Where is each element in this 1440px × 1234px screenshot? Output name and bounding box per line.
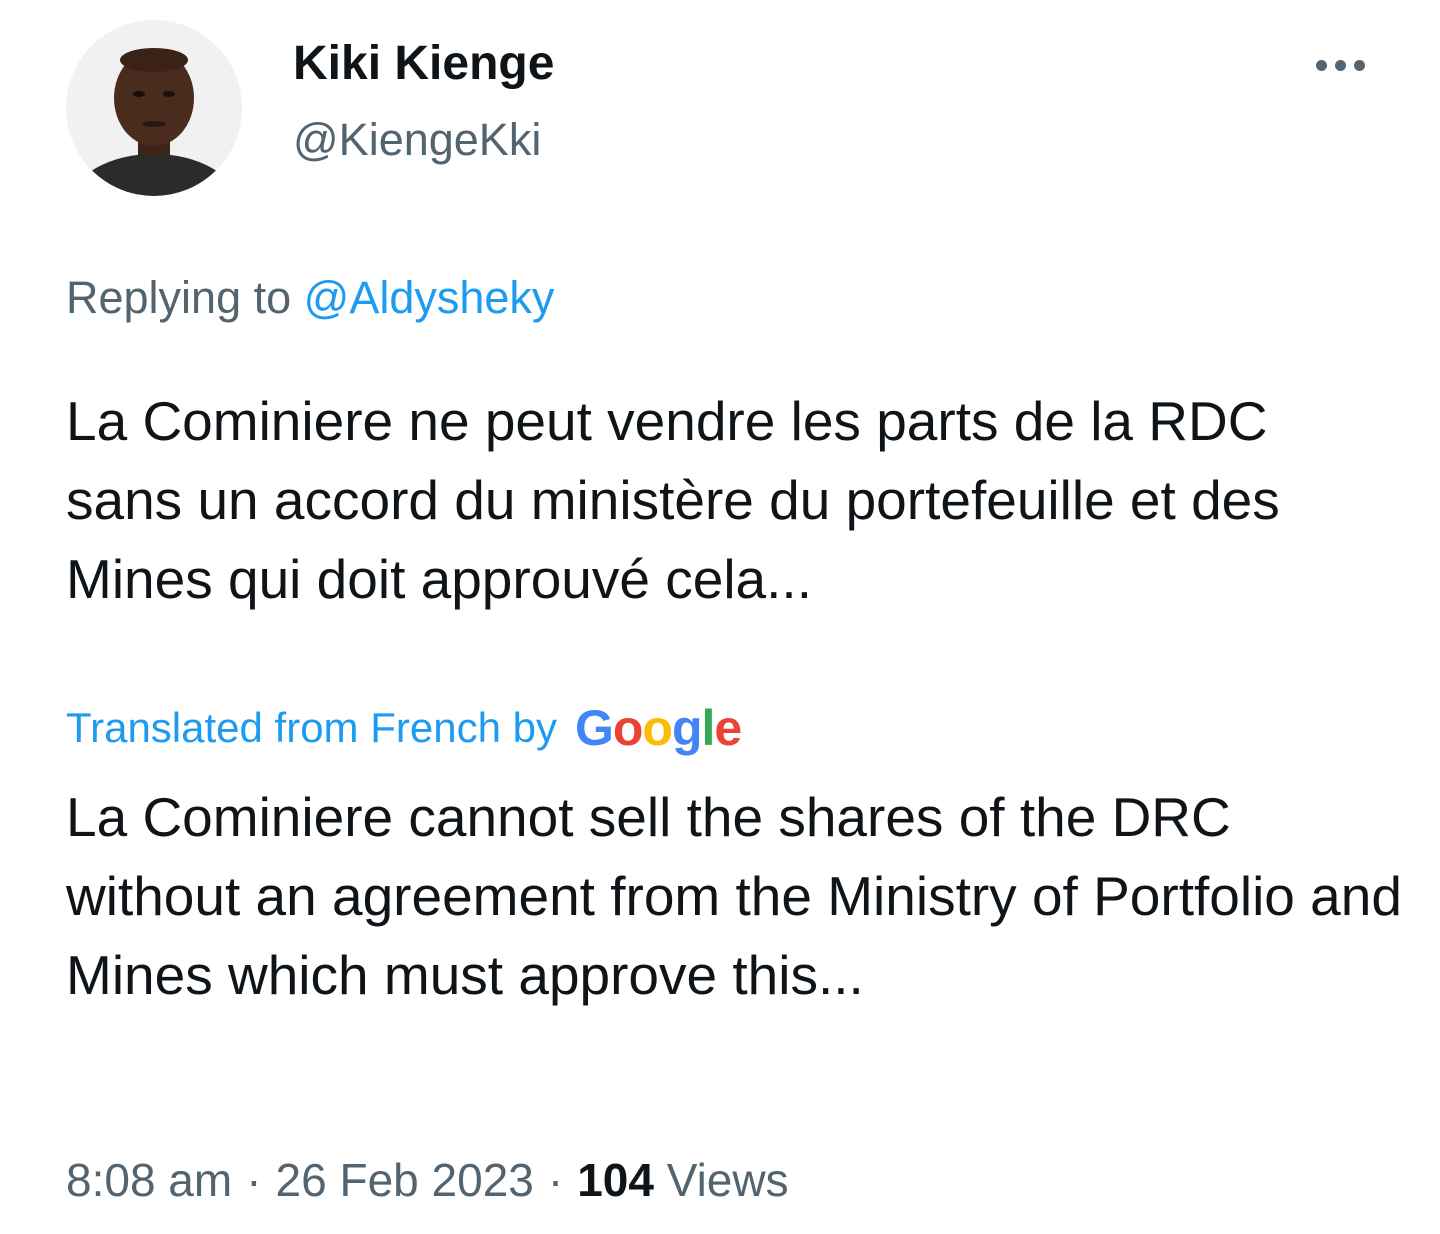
google-letter-5: l	[701, 700, 716, 756]
google-letter-4: g	[671, 700, 703, 756]
author-handle[interactable]: @KiengeKki	[293, 110, 541, 170]
tweet-date[interactable]: 26 Feb 2023	[276, 1154, 534, 1206]
translation-attribution[interactable]: Translated from French by Google	[66, 698, 742, 758]
views-label: Views	[666, 1154, 789, 1206]
reply-mention-link[interactable]: @Aldysheky	[304, 272, 555, 323]
translated-text: La Cominiere cannot sell the shares of t…	[66, 786, 1402, 1006]
tweet-meta: 8:08 am · 26 Feb 2023 · 104 Views	[66, 1150, 789, 1210]
google-letter-6: e	[714, 700, 742, 756]
meta-separator: ·	[246, 1154, 262, 1206]
views-count: 104	[577, 1154, 654, 1206]
translation-label: Translated from French by	[66, 704, 557, 751]
meta-separator: ·	[547, 1154, 564, 1206]
google-letter-1: G	[574, 700, 614, 756]
google-letter-3: o	[642, 700, 673, 756]
more-options-button[interactable]	[1300, 40, 1380, 90]
avatar-photo	[66, 20, 242, 196]
more-horizontal-icon	[1315, 59, 1365, 71]
google-letter-2: o	[612, 700, 644, 756]
replying-to-label: Replying to	[66, 272, 292, 323]
tweet-text: La Cominiere ne peut vendre les parts de…	[66, 390, 1280, 610]
author-avatar[interactable]	[66, 20, 242, 196]
author-display-name[interactable]: Kiki Kienge	[293, 34, 554, 94]
google-logo: Google	[574, 698, 742, 758]
tweet-time[interactable]: 8:08 am	[66, 1154, 232, 1206]
replying-to: Replying to @Aldysheky	[66, 268, 554, 328]
